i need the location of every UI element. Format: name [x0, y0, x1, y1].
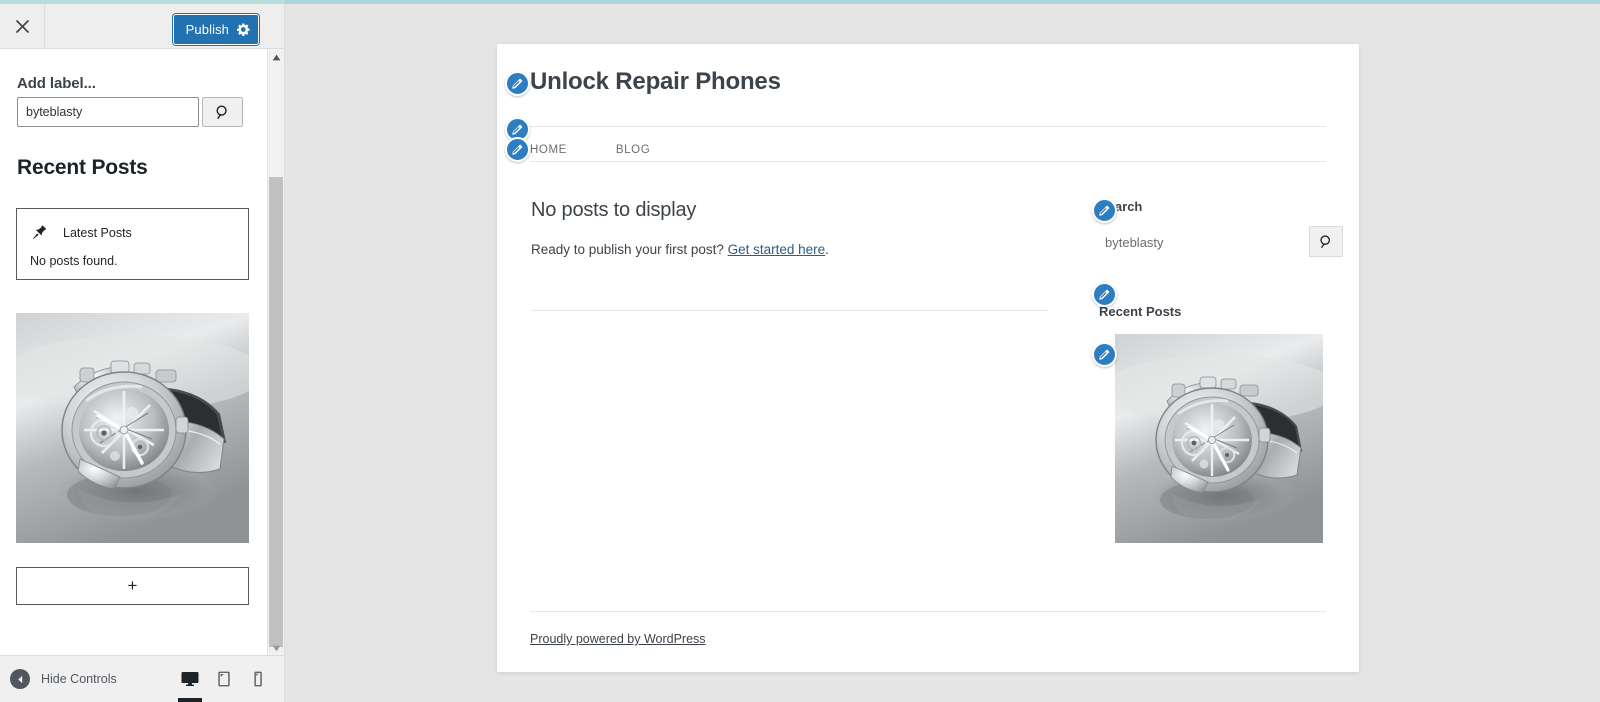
edit-navigation-icon[interactable] — [505, 137, 530, 162]
customizer-header: Publish — [0, 4, 284, 49]
customizer-panel: Publish Add label... Recent Posts — [0, 4, 285, 702]
chevron-left-icon — [10, 669, 30, 689]
scroll-up-icon[interactable] — [268, 49, 284, 66]
edit-sidebar-image-icon[interactable] — [1092, 342, 1117, 367]
no-posts-title: No posts to display — [531, 199, 697, 221]
latest-posts-empty-text: No posts found. — [30, 254, 118, 268]
close-icon[interactable] — [0, 4, 45, 48]
header-divider — [530, 126, 1326, 127]
footer-credit: Proudly powered by WordPress — [530, 632, 706, 646]
tablet-icon[interactable] — [207, 663, 241, 695]
label-search-row — [17, 97, 243, 127]
ready-text: Ready to publish your first post? — [531, 242, 728, 257]
search-icon[interactable] — [202, 97, 243, 127]
content-divider — [531, 310, 1049, 311]
preview-area: Unlock Repair Phones HOME BLOG No posts … — [285, 4, 1600, 702]
add-block-button[interactable]: + — [16, 567, 249, 605]
recent-posts-heading: Recent Posts — [17, 156, 148, 179]
site-preview-card: Unlock Repair Phones HOME BLOG No posts … — [497, 44, 1359, 672]
publish-button-label: Publish — [185, 22, 229, 37]
search-input[interactable] — [1099, 226, 1267, 258]
customizer-footer: Hide Controls — [0, 655, 284, 702]
search-icon[interactable] — [1309, 226, 1343, 257]
wordpress-credit-link[interactable]: Proudly powered by WordPress — [530, 632, 706, 646]
gear-icon[interactable] — [229, 17, 257, 42]
edit-recent-posts-widget-icon[interactable] — [1092, 282, 1117, 307]
no-posts-description: Ready to publish your first post? Get st… — [531, 242, 1051, 257]
latest-posts-title-row: Latest Posts — [17, 209, 248, 242]
search-widget-title: Search — [1099, 199, 1143, 214]
customizer-body: Add label... Recent Posts Latest Posts — [0, 49, 267, 657]
scrollbar-thumb[interactable] — [269, 177, 283, 647]
preview-sidebar: Search Recent Posts — [1099, 199, 1343, 543]
edit-site-title-icon[interactable] — [505, 71, 530, 96]
hide-controls-label: Hide Controls — [41, 672, 117, 686]
label-input[interactable] — [17, 97, 199, 127]
site-header: Unlock Repair Phones — [530, 68, 1326, 96]
pin-icon — [30, 223, 49, 242]
latest-posts-block[interactable]: Latest Posts No posts found. — [16, 208, 249, 280]
nav-divider — [530, 161, 1326, 162]
hide-controls-button[interactable]: Hide Controls — [10, 665, 117, 693]
recent-posts-widget-title: Recent Posts — [1099, 304, 1182, 319]
nav-item-blog[interactable]: BLOG — [616, 144, 650, 156]
nav-item-home[interactable]: HOME — [530, 144, 567, 156]
ready-suffix: . — [825, 242, 829, 257]
device-preview-buttons — [173, 663, 275, 702]
customizer-scrollbar[interactable] — [267, 49, 284, 657]
site-title: Unlock Repair Phones — [530, 68, 781, 95]
desktop-icon[interactable] — [173, 663, 207, 702]
footer-divider — [530, 611, 1326, 612]
search-widget-row — [1099, 226, 1343, 258]
add-label-heading: Add label... — [17, 75, 96, 92]
mobile-icon[interactable] — [241, 663, 275, 695]
publish-button[interactable]: Publish — [173, 15, 258, 44]
edit-search-widget-icon[interactable] — [1092, 198, 1117, 223]
sidebar-image-block[interactable] — [16, 313, 249, 543]
latest-posts-label: Latest Posts — [63, 225, 132, 240]
main-content-column: No posts to display Ready to publish you… — [531, 199, 1051, 257]
recent-post-thumbnail[interactable] — [1115, 334, 1323, 543]
get-started-link[interactable]: Get started here — [728, 242, 826, 257]
